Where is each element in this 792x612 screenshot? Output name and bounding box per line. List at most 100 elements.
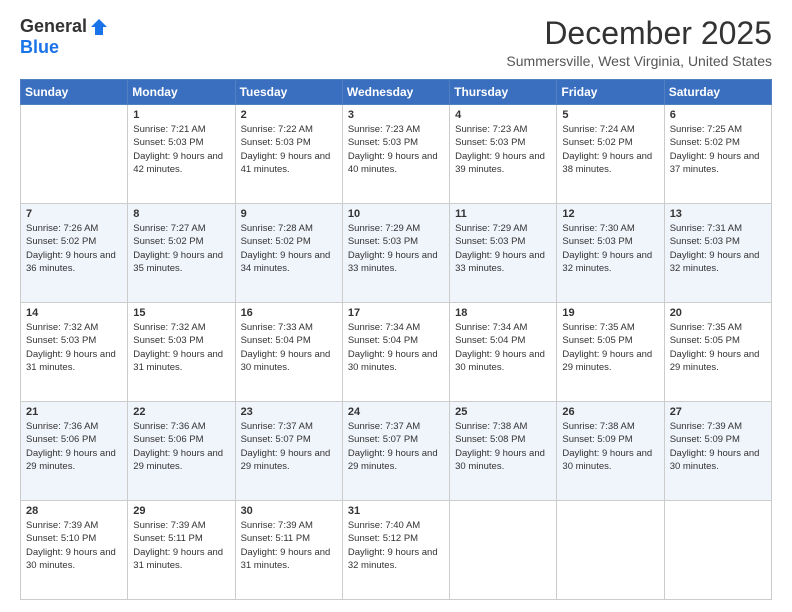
day-number: 3: [348, 109, 444, 121]
day-info: Sunrise: 7:35 AMSunset: 5:05 PMDaylight:…: [562, 321, 658, 374]
calendar-week-row: 1 Sunrise: 7:21 AMSunset: 5:03 PMDaylight…: [21, 105, 772, 204]
calendar-cell: 22 Sunrise: 7:36 AMSunset: 5:06 PMDayligh…: [128, 402, 235, 501]
day-info: Sunrise: 7:39 AMSunset: 5:10 PMDaylight:…: [26, 519, 122, 572]
day-number: 5: [562, 109, 658, 121]
day-number: 7: [26, 208, 122, 220]
day-number: 26: [562, 406, 658, 418]
calendar-cell: 13 Sunrise: 7:31 AMSunset: 5:03 PMDayligh…: [664, 204, 771, 303]
day-number: 18: [455, 307, 551, 319]
day-number: 14: [26, 307, 122, 319]
calendar-header-wednesday: Wednesday: [342, 80, 449, 105]
calendar-cell: 10Sunrise: 7:29 AMSunset: 5:03 PMDayligh…: [342, 204, 449, 303]
day-number: 16: [241, 307, 337, 319]
day-number: 29: [133, 505, 229, 517]
calendar-header-saturday: Saturday: [664, 80, 771, 105]
day-info: Sunrise: 7:38 AMSunset: 5:09 PMDaylight:…: [562, 420, 658, 473]
day-number: 21: [26, 406, 122, 418]
day-number: 6: [670, 109, 766, 121]
day-info: Sunrise: 7:36 AMSunset: 5:06 PMDaylight:…: [26, 420, 122, 473]
logo-general-text: General: [20, 16, 87, 37]
location-text: Summersville, West Virginia, United Stat…: [506, 53, 772, 69]
calendar-cell: 24 Sunrise: 7:37 AMSunset: 5:07 PMDayligh…: [342, 402, 449, 501]
calendar-cell: 6 Sunrise: 7:25 AMSunset: 5:02 PMDaylight…: [664, 105, 771, 204]
day-info: Sunrise: 7:23 AMSunset: 5:03 PMDaylight:…: [455, 123, 551, 176]
logo: General Blue: [20, 16, 109, 58]
day-info: Sunrise: 7:31 AMSunset: 5:03 PMDaylight:…: [670, 222, 766, 275]
calendar-cell: 21 Sunrise: 7:36 AMSunset: 5:06 PMDayligh…: [21, 402, 128, 501]
day-info: Sunrise: 7:36 AMSunset: 5:06 PMDaylight:…: [133, 420, 229, 473]
day-number: 22: [133, 406, 229, 418]
calendar-cell: 5 Sunrise: 7:24 AMSunset: 5:02 PMDaylight…: [557, 105, 664, 204]
day-info: Sunrise: 7:21 AMSunset: 5:03 PMDaylight:…: [133, 123, 229, 176]
calendar-cell: 20Sunrise: 7:35 AMSunset: 5:05 PMDayligh…: [664, 303, 771, 402]
calendar-week-row: 28 Sunrise: 7:39 AMSunset: 5:10 PMDayligh…: [21, 501, 772, 600]
logo-blue-text: Blue: [20, 37, 59, 58]
calendar-cell: 15 Sunrise: 7:32 AMSunset: 5:03 PMDayligh…: [128, 303, 235, 402]
day-number: 19: [562, 307, 658, 319]
day-info: Sunrise: 7:38 AMSunset: 5:08 PMDaylight:…: [455, 420, 551, 473]
page-container: General Blue December 2025 Summersville,…: [0, 0, 792, 612]
calendar-week-row: 14 Sunrise: 7:32 AMSunset: 5:03 PMDayligh…: [21, 303, 772, 402]
day-info: Sunrise: 7:32 AMSunset: 5:03 PMDaylight:…: [26, 321, 122, 374]
calendar-table: SundayMondayTuesdayWednesdayThursdayFrid…: [20, 79, 772, 600]
title-block: December 2025 Summersville, West Virgini…: [506, 16, 772, 69]
calendar-cell: [450, 501, 557, 600]
day-number: 24: [348, 406, 444, 418]
day-info: Sunrise: 7:25 AMSunset: 5:02 PMDaylight:…: [670, 123, 766, 176]
day-info: Sunrise: 7:35 AMSunset: 5:05 PMDaylight:…: [670, 321, 766, 374]
day-number: 23: [241, 406, 337, 418]
day-number: 9: [241, 208, 337, 220]
day-number: 10: [348, 208, 444, 220]
logo-icon: [89, 17, 109, 37]
day-number: 28: [26, 505, 122, 517]
calendar-header-tuesday: Tuesday: [235, 80, 342, 105]
calendar-week-row: 21 Sunrise: 7:36 AMSunset: 5:06 PMDayligh…: [21, 402, 772, 501]
calendar-cell: 2Sunrise: 7:22 AMSunset: 5:03 PMDaylight…: [235, 105, 342, 204]
calendar-week-row: 7 Sunrise: 7:26 AMSunset: 5:02 PMDaylight…: [21, 204, 772, 303]
day-info: Sunrise: 7:26 AMSunset: 5:02 PMDaylight:…: [26, 222, 122, 275]
day-info: Sunrise: 7:32 AMSunset: 5:03 PMDaylight:…: [133, 321, 229, 374]
calendar-cell: 16 Sunrise: 7:33 AMSunset: 5:04 PMDayligh…: [235, 303, 342, 402]
day-info: Sunrise: 7:24 AMSunset: 5:02 PMDaylight:…: [562, 123, 658, 176]
calendar-cell: [664, 501, 771, 600]
calendar-cell: 29Sunrise: 7:39 AMSunset: 5:11 PMDayligh…: [128, 501, 235, 600]
day-number: 13: [670, 208, 766, 220]
day-info: Sunrise: 7:34 AMSunset: 5:04 PMDaylight:…: [455, 321, 551, 374]
day-number: 1: [133, 109, 229, 121]
calendar-cell: 4 Sunrise: 7:23 AMSunset: 5:03 PMDaylight…: [450, 105, 557, 204]
day-number: 17: [348, 307, 444, 319]
day-info: Sunrise: 7:37 AMSunset: 5:07 PMDaylight:…: [241, 420, 337, 473]
day-info: Sunrise: 7:23 AMSunset: 5:03 PMDaylight:…: [348, 123, 444, 176]
calendar-cell: 23 Sunrise: 7:37 AMSunset: 5:07 PMDayligh…: [235, 402, 342, 501]
calendar-cell: 19 Sunrise: 7:35 AMSunset: 5:05 PMDayligh…: [557, 303, 664, 402]
day-number: 11: [455, 208, 551, 220]
calendar-cell: 28 Sunrise: 7:39 AMSunset: 5:10 PMDayligh…: [21, 501, 128, 600]
header: General Blue December 2025 Summersville,…: [20, 16, 772, 69]
calendar-cell: 18 Sunrise: 7:34 AMSunset: 5:04 PMDayligh…: [450, 303, 557, 402]
day-info: Sunrise: 7:22 AMSunset: 5:03 PMDaylight:…: [241, 123, 337, 176]
calendar-cell: 17 Sunrise: 7:34 AMSunset: 5:04 PMDayligh…: [342, 303, 449, 402]
day-number: 15: [133, 307, 229, 319]
day-info: Sunrise: 7:34 AMSunset: 5:04 PMDaylight:…: [348, 321, 444, 374]
calendar-cell: 7 Sunrise: 7:26 AMSunset: 5:02 PMDaylight…: [21, 204, 128, 303]
day-info: Sunrise: 7:30 AMSunset: 5:03 PMDaylight:…: [562, 222, 658, 275]
calendar-header-row: SundayMondayTuesdayWednesdayThursdayFrid…: [21, 80, 772, 105]
calendar-cell: 11 Sunrise: 7:29 AMSunset: 5:03 PMDayligh…: [450, 204, 557, 303]
day-info: Sunrise: 7:33 AMSunset: 5:04 PMDaylight:…: [241, 321, 337, 374]
calendar-cell: 8Sunrise: 7:27 AMSunset: 5:02 PMDaylight…: [128, 204, 235, 303]
calendar-cell: 30Sunrise: 7:39 AMSunset: 5:11 PMDayligh…: [235, 501, 342, 600]
calendar-header-thursday: Thursday: [450, 80, 557, 105]
day-info: Sunrise: 7:29 AMSunset: 5:03 PMDaylight:…: [455, 222, 551, 275]
calendar-cell: 26 Sunrise: 7:38 AMSunset: 5:09 PMDayligh…: [557, 402, 664, 501]
calendar-header-monday: Monday: [128, 80, 235, 105]
day-info: Sunrise: 7:39 AMSunset: 5:11 PMDaylight:…: [241, 519, 337, 572]
calendar-cell: [557, 501, 664, 600]
day-number: 4: [455, 109, 551, 121]
calendar-cell: 12Sunrise: 7:30 AMSunset: 5:03 PMDayligh…: [557, 204, 664, 303]
calendar-header-sunday: Sunday: [21, 80, 128, 105]
calendar-cell: 14 Sunrise: 7:32 AMSunset: 5:03 PMDayligh…: [21, 303, 128, 402]
day-info: Sunrise: 7:28 AMSunset: 5:02 PMDaylight:…: [241, 222, 337, 275]
day-info: Sunrise: 7:39 AMSunset: 5:09 PMDaylight:…: [670, 420, 766, 473]
day-number: 31: [348, 505, 444, 517]
day-info: Sunrise: 7:37 AMSunset: 5:07 PMDaylight:…: [348, 420, 444, 473]
